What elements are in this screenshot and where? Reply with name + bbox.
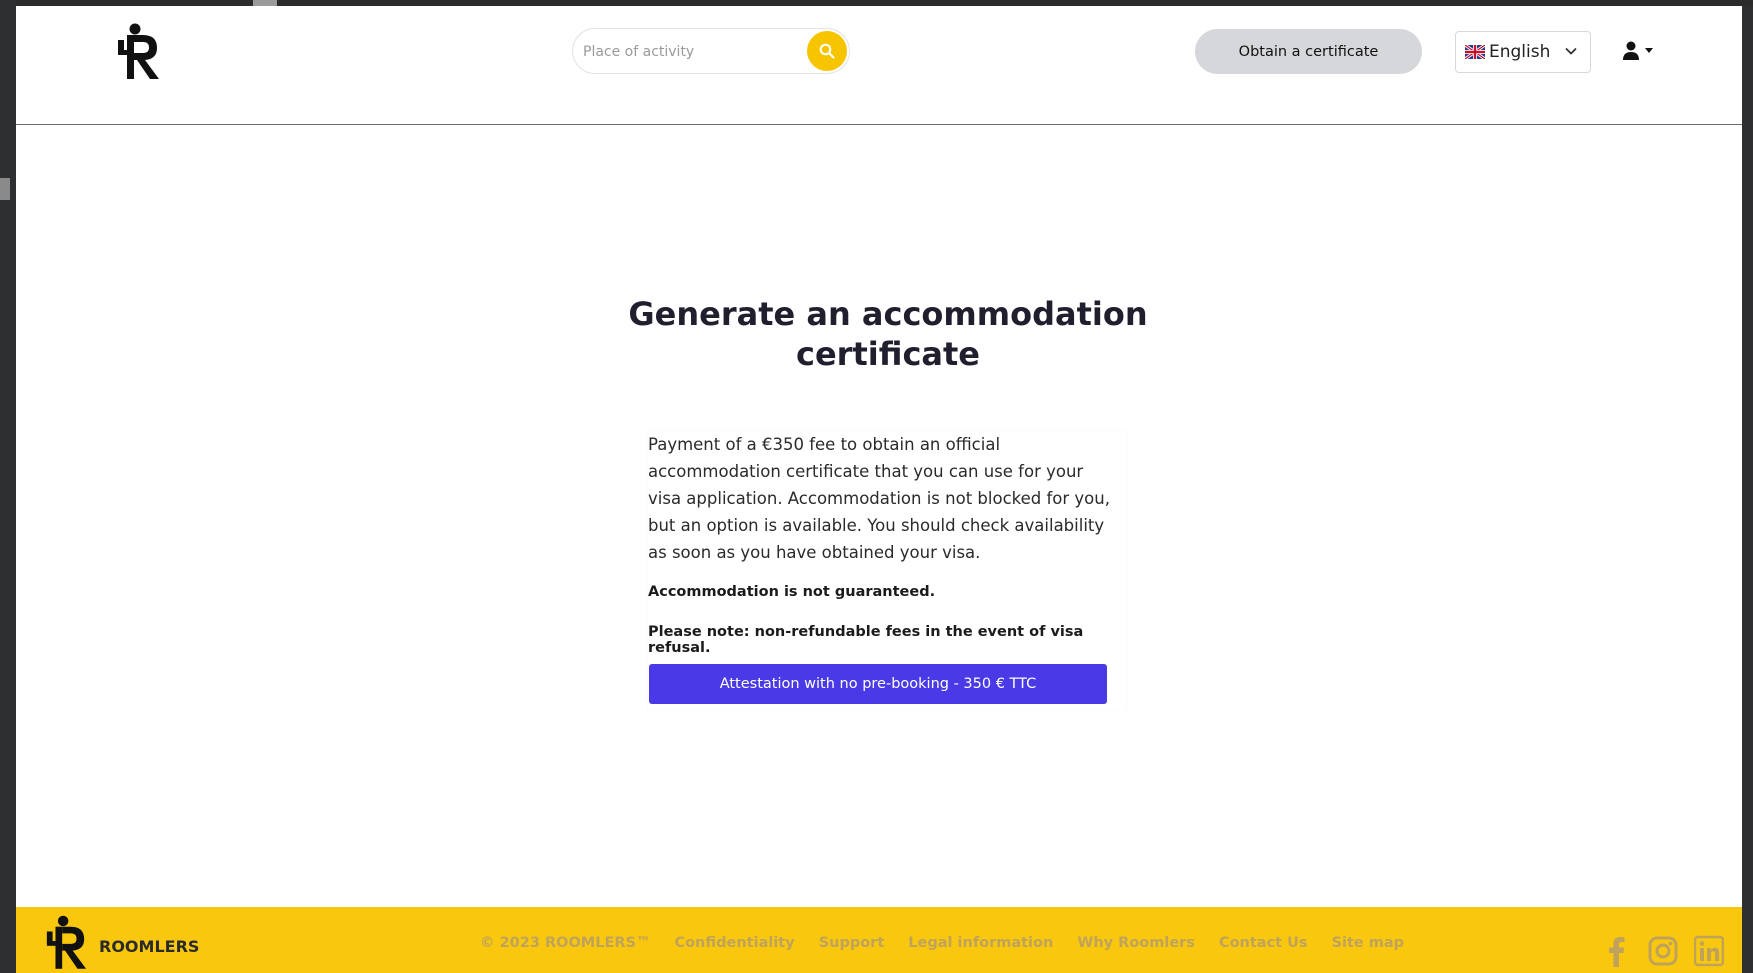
facebook-icon[interactable] [1602, 935, 1632, 967]
obtain-certificate-button[interactable]: Obtain a certificate [1195, 29, 1422, 74]
right-edge [1742, 6, 1753, 973]
footer-link-support[interactable]: Support [819, 935, 885, 951]
footer-link-legal[interactable]: Legal information [908, 935, 1053, 951]
uk-flag-icon [1465, 45, 1485, 59]
language-label: English [1489, 42, 1551, 62]
footer-links: © 2023 ROOMLERS™ Confidentiality Support… [480, 935, 1428, 951]
user-icon [1623, 41, 1639, 60]
footer-link-contact[interactable]: Contact Us [1219, 935, 1308, 951]
language-select[interactable]: English [1455, 31, 1591, 73]
guarantee-note: Accommodation is not guaranteed. [648, 584, 936, 600]
site-header: Obtain a certificate English [16, 6, 1742, 125]
caret-down-icon [1645, 48, 1653, 53]
search-icon [819, 43, 835, 59]
linkedin-icon[interactable] [1694, 935, 1724, 967]
footer-link-sitemap[interactable]: Site map [1332, 935, 1405, 951]
logo-icon[interactable] [115, 22, 161, 80]
attestation-button[interactable]: Attestation with no pre-booking - 350 € … [649, 664, 1107, 704]
site-footer: ROOMLERS © 2023 ROOMLERS™ Confidentialit… [16, 907, 1742, 973]
search-bar [572, 28, 850, 74]
footer-copyright: © 2023 ROOMLERS™ [480, 935, 651, 951]
app-window: Obtain a certificate English [0, 0, 1753, 973]
footer-link-confidentiality[interactable]: Confidentiality [674, 935, 794, 951]
search-button[interactable] [807, 31, 847, 71]
chevron-down-icon [1565, 47, 1577, 55]
gutter-marker [0, 178, 10, 200]
left-gutter [0, 0, 16, 973]
certificate-card: Payment of a €350 fee to obtain an offic… [648, 431, 1126, 711]
instagram-icon[interactable] [1648, 935, 1678, 967]
footer-brand: ROOMLERS [99, 937, 200, 956]
user-menu[interactable] [1622, 41, 1662, 65]
page-title: Generate an accommodation certificate [628, 295, 1148, 373]
footer-logo-icon[interactable] [44, 913, 88, 971]
footer-link-why[interactable]: Why Roomlers [1077, 935, 1195, 951]
search-input[interactable] [581, 37, 805, 67]
refund-note: Please note: non-refundable fees in the … [648, 624, 1084, 656]
page: Obtain a certificate English [16, 6, 1742, 973]
certificate-description: Payment of a €350 fee to obtain an offic… [648, 435, 1110, 562]
